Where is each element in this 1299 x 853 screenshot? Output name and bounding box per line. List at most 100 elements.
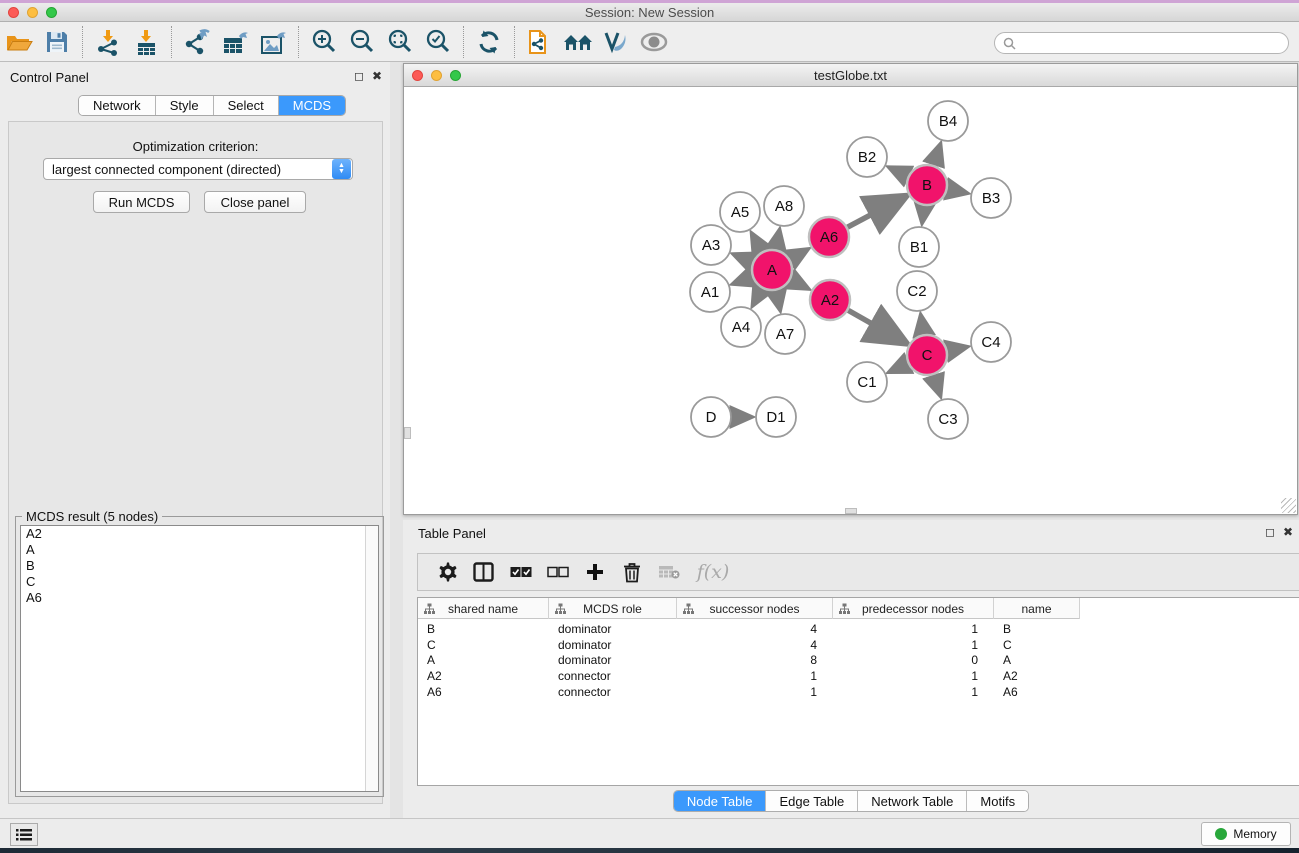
network-resize-grip[interactable]	[1281, 498, 1296, 513]
edge-B-B3[interactable]	[945, 189, 968, 194]
cell-successor-nodes[interactable]: 4	[677, 621, 833, 637]
edge-A2-C[interactable]	[846, 309, 906, 343]
graph-node-A3[interactable]: A3	[691, 225, 731, 265]
cell-name[interactable]: A2	[994, 668, 1080, 684]
cell-predecessor-nodes[interactable]: 1	[833, 621, 994, 637]
export-table-button[interactable]	[216, 25, 254, 59]
graph-node-B2[interactable]: B2	[847, 137, 887, 177]
graph-node-C2[interactable]: C2	[897, 271, 937, 311]
graph-node-C1[interactable]: C1	[847, 362, 887, 402]
graph-node-B4[interactable]: B4	[928, 101, 968, 141]
cell-shared-name[interactable]: A	[418, 652, 549, 668]
cell-shared-name[interactable]: B	[418, 621, 549, 637]
network-canvas[interactable]: AA1A2A3A4A5A6A7A8BB1B2B3B4CC1C2C3C4DD1	[404, 87, 1297, 514]
column-header-MCDS-role[interactable]: MCDS role	[549, 598, 677, 619]
column-header-successor-nodes[interactable]: successor nodes	[677, 598, 833, 619]
mcds-result-item[interactable]: A6	[21, 590, 378, 606]
export-network-button[interactable]	[178, 25, 216, 59]
delete-table-button[interactable]	[650, 557, 687, 587]
import-table-button[interactable]	[127, 25, 165, 59]
edge-A-A4[interactable]	[752, 286, 763, 306]
new-session-from-selection-button[interactable]	[521, 25, 559, 59]
cell-predecessor-nodes[interactable]: 1	[833, 637, 994, 653]
split-table-button[interactable]	[465, 557, 502, 587]
cell-MCDS-role[interactable]: connector	[549, 684, 677, 700]
edge-A-A7[interactable]	[776, 288, 781, 311]
cell-predecessor-nodes[interactable]: 1	[833, 684, 994, 700]
graph-node-A7[interactable]: A7	[765, 314, 805, 354]
cell-MCDS-role[interactable]: dominator	[549, 652, 677, 668]
deselect-all-columns-button[interactable]	[539, 557, 576, 587]
float-table-panel-icon[interactable]: ◻	[1265, 526, 1275, 538]
graph-node-B3[interactable]: B3	[971, 178, 1011, 218]
cell-shared-name[interactable]: A2	[418, 668, 549, 684]
edge-B-B2[interactable]	[889, 167, 911, 177]
select-all-columns-button[interactable]	[502, 557, 539, 587]
mcds-result-item[interactable]: A2	[21, 526, 378, 542]
show-hide-button[interactable]	[635, 25, 673, 59]
close-panel-button[interactable]: Close panel	[204, 191, 306, 213]
zoom-in-button[interactable]	[305, 25, 343, 59]
cell-predecessor-nodes[interactable]: 1	[833, 668, 994, 684]
close-table-panel-icon[interactable]: ✖	[1283, 526, 1293, 538]
tab-network[interactable]: Network	[79, 96, 156, 115]
edge-C-C3[interactable]	[933, 372, 941, 396]
run-mcds-button[interactable]: Run MCDS	[93, 191, 190, 213]
edge-A-A5[interactable]	[752, 233, 764, 254]
cell-name[interactable]: C	[994, 637, 1080, 653]
export-image-button[interactable]	[254, 25, 292, 59]
open-session-button[interactable]	[0, 25, 38, 59]
graph-node-D[interactable]: D	[691, 397, 731, 437]
import-network-button[interactable]	[89, 25, 127, 59]
table-row[interactable]: Adominator80A	[418, 652, 1080, 668]
search-field[interactable]	[994, 32, 1289, 54]
zoom-out-button[interactable]	[343, 25, 381, 59]
cell-successor-nodes[interactable]: 1	[677, 684, 833, 700]
table-row[interactable]: A2connector11A2	[418, 668, 1080, 684]
task-history-button[interactable]	[10, 823, 38, 846]
float-panel-icon[interactable]: ◻	[354, 70, 364, 82]
cell-successor-nodes[interactable]: 1	[677, 668, 833, 684]
tab-select[interactable]: Select	[214, 96, 279, 115]
cell-MCDS-role[interactable]: dominator	[549, 621, 677, 637]
edge-A-A8[interactable]	[775, 230, 779, 253]
delete-column-button[interactable]	[613, 557, 650, 587]
mcds-list-scrollbar[interactable]	[365, 526, 378, 791]
graph-node-B[interactable]: B	[907, 165, 947, 205]
mcds-result-list[interactable]: A2ABCA6	[20, 525, 379, 792]
network-window-titlebar[interactable]: testGlobe.txt	[404, 64, 1297, 87]
graph-node-A4[interactable]: A4	[721, 307, 761, 347]
function-builder-button[interactable]: f(x)	[687, 557, 739, 587]
close-panel-icon[interactable]: ✖	[372, 70, 382, 82]
graph-node-D1[interactable]: D1	[756, 397, 796, 437]
criterion-select[interactable]: largest connected component (directed) ▲…	[43, 158, 353, 180]
cell-predecessor-nodes[interactable]: 0	[833, 652, 994, 668]
tab-style[interactable]: Style	[156, 96, 214, 115]
tab-edge-table[interactable]: Edge Table	[766, 791, 858, 811]
table-row[interactable]: Cdominator41C	[418, 637, 1080, 653]
search-input[interactable]	[1016, 34, 1288, 52]
zoom-selected-button[interactable]	[419, 25, 457, 59]
graph-node-A1[interactable]: A1	[690, 272, 730, 312]
edge-B-B4[interactable]	[933, 144, 941, 168]
save-session-button[interactable]	[38, 25, 76, 59]
edge-C-C4[interactable]	[945, 347, 968, 352]
table-settings-button[interactable]	[428, 557, 465, 587]
cell-name[interactable]: B	[994, 621, 1080, 637]
cell-name[interactable]: A6	[994, 684, 1080, 700]
graph-node-B1[interactable]: B1	[899, 227, 939, 267]
mcds-result-item[interactable]: A	[21, 542, 378, 558]
create-column-button[interactable]	[576, 557, 613, 587]
graph-node-A[interactable]: A	[752, 250, 792, 290]
table-row[interactable]: Bdominator41B	[418, 621, 1080, 637]
table-row[interactable]: A6connector11A6	[418, 684, 1080, 700]
cell-name[interactable]: A	[994, 652, 1080, 668]
node-table[interactable]: shared nameMCDS rolesuccessor nodesprede…	[417, 597, 1299, 786]
tab-node-table[interactable]: Node Table	[674, 791, 767, 811]
refresh-button[interactable]	[470, 25, 508, 59]
network-hscroll-thumb[interactable]	[845, 508, 857, 514]
cell-successor-nodes[interactable]: 4	[677, 637, 833, 653]
tab-network-table[interactable]: Network Table	[858, 791, 967, 811]
edge-A-A2[interactable]	[788, 278, 809, 289]
edge-C-C2[interactable]	[921, 315, 925, 338]
